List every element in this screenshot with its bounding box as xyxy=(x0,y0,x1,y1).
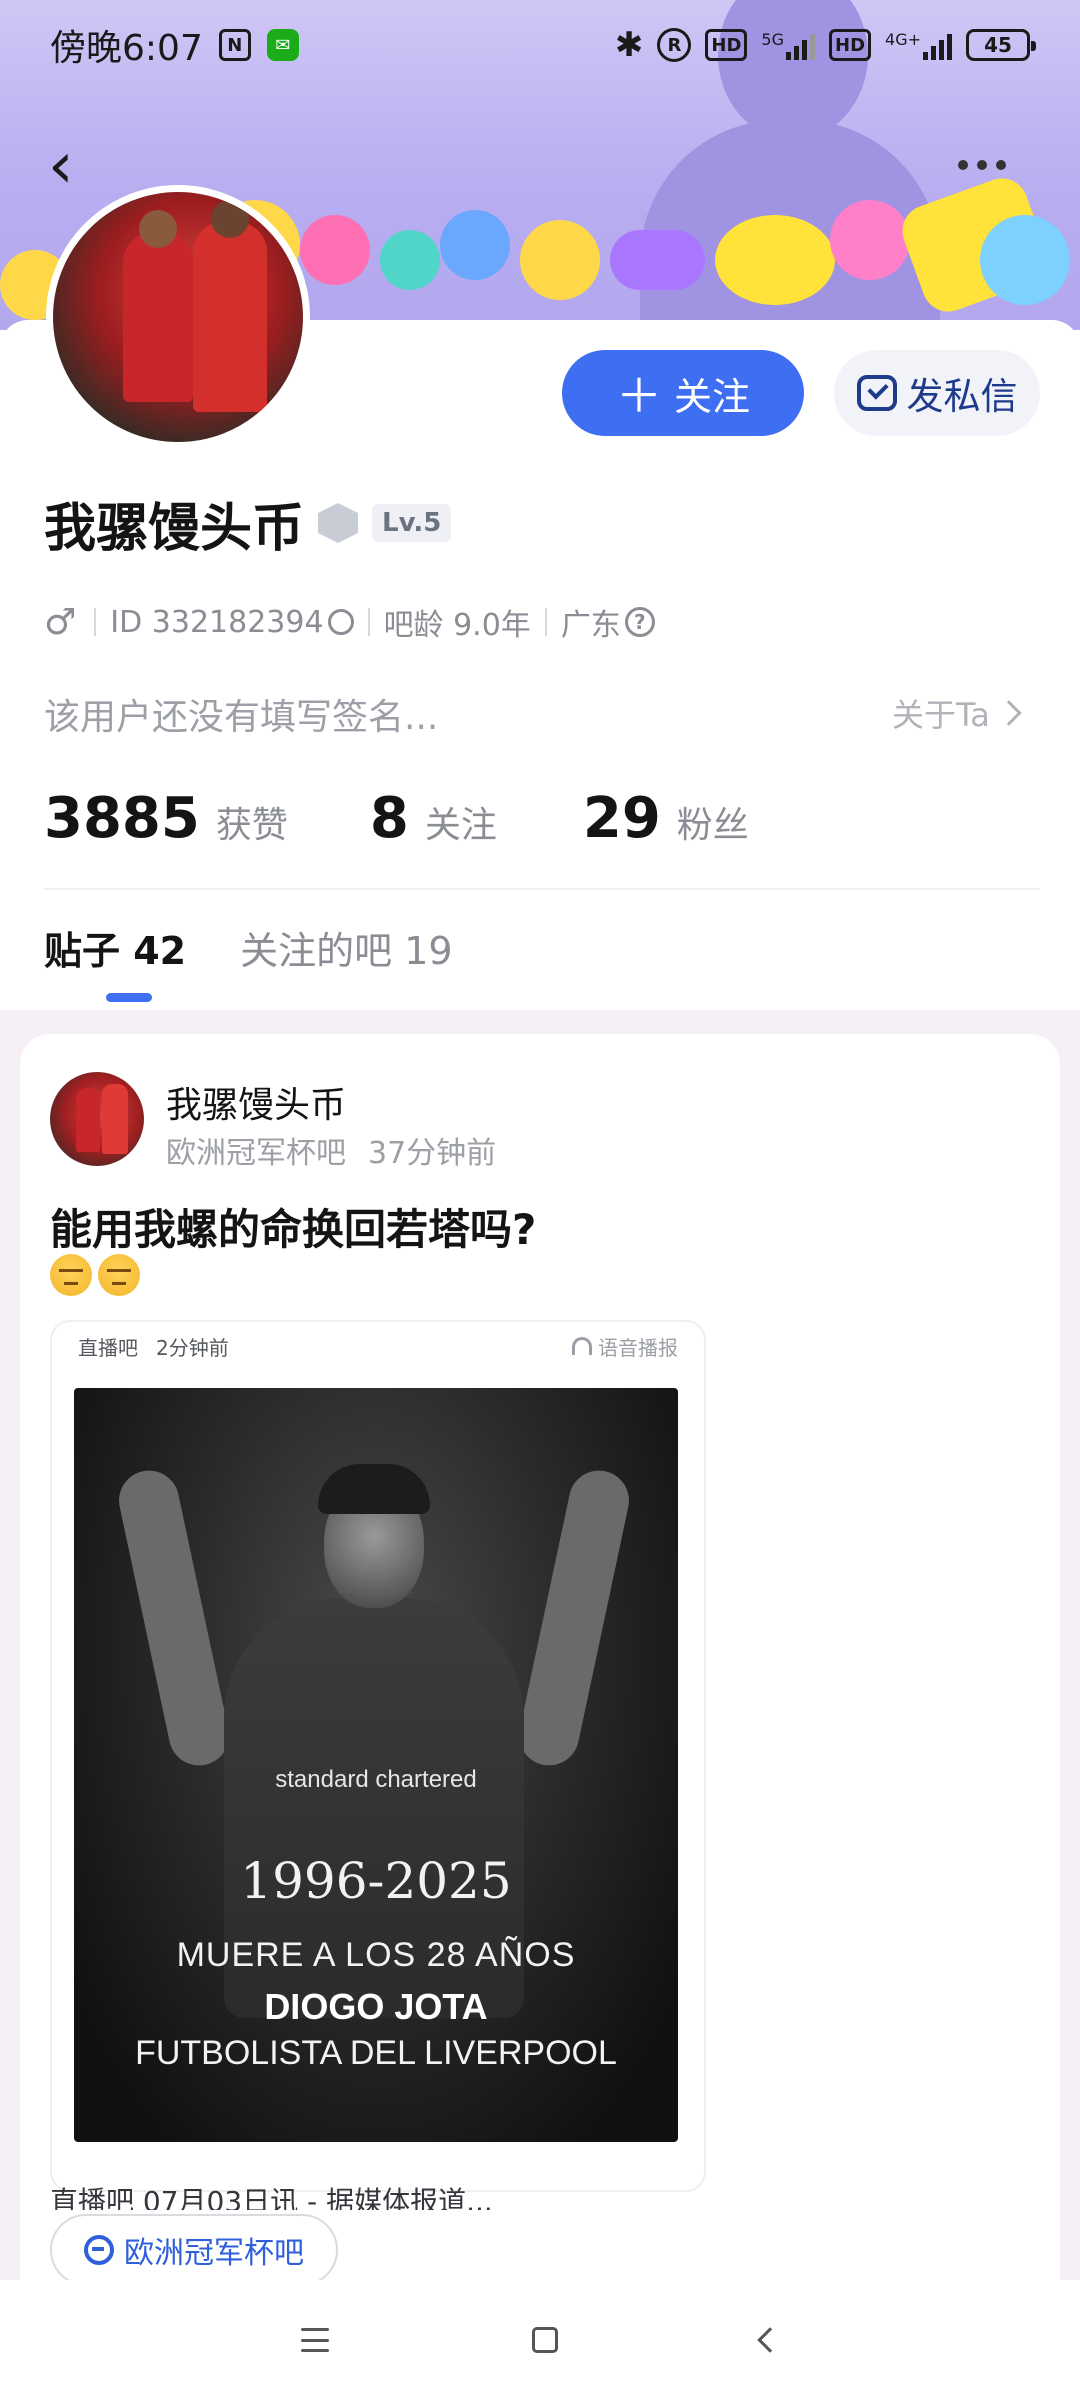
menu-icon[interactable] xyxy=(301,2328,330,2352)
level-badge: Lv.5 xyxy=(372,504,452,542)
registered-icon: R xyxy=(657,28,692,62)
poster-sponsor: standard chartered xyxy=(275,1766,477,1793)
status-bar: 傍晚6:07 N ✉ ✱ R HD 5G HD 4G+ 45 xyxy=(0,0,1080,90)
avatar[interactable] xyxy=(46,185,310,449)
signal-4g-icon: 4G+ xyxy=(885,30,952,60)
forum-tag-label: 欧洲冠军杯吧 xyxy=(124,2236,304,2271)
follow-button-label: 关注 xyxy=(673,374,750,419)
system-navigation-bar xyxy=(0,2280,1080,2400)
divider xyxy=(367,608,370,636)
poster-figure xyxy=(113,1465,235,1771)
banner-decoration xyxy=(440,210,510,280)
stat-label: 关注 xyxy=(424,805,497,846)
divider xyxy=(94,608,97,636)
help-icon[interactable]: ? xyxy=(624,607,655,637)
shared-content-footer: 直播吧 07月03日讯 - 据媒体报道... xyxy=(50,2185,493,2210)
shared-content-header: 直播吧 2分钟前 语音播报 xyxy=(78,1328,678,1364)
banner-decoration xyxy=(715,215,835,305)
stats-row: 3885 获赞 8 关注 29 粉丝 xyxy=(44,786,749,856)
about-link[interactable]: 关于Ta xyxy=(892,690,1022,736)
chevron-right-icon xyxy=(996,700,1022,726)
bluetooth-icon: ✱ xyxy=(614,25,644,65)
about-link-label: 关于Ta xyxy=(892,696,990,734)
wechat-icon: ✉ xyxy=(266,29,299,61)
username: 我骡馒头币 xyxy=(44,498,305,559)
hd-icon: HD xyxy=(705,29,748,61)
forum-age: 吧龄 9.0年 xyxy=(383,608,531,643)
tab-indicator xyxy=(106,993,152,1002)
banner-decoration xyxy=(830,200,910,280)
banner-decoration xyxy=(520,220,600,300)
stat-label: 粉丝 xyxy=(676,805,749,846)
network-label: 5G xyxy=(761,30,784,49)
tab-posts[interactable]: 贴子 42 xyxy=(44,920,186,1000)
poster-figure xyxy=(318,1464,430,1514)
network-label: 4G+ xyxy=(885,30,921,49)
home-icon[interactable] xyxy=(531,2327,558,2353)
stat-following[interactable]: 8 关注 xyxy=(370,786,497,851)
profile-meta: ♂ ID 332182394 吧龄 9.0年 广东 ? xyxy=(44,600,655,644)
stat-number: 3885 xyxy=(44,786,200,851)
stat-label: 获赞 xyxy=(215,805,288,846)
post-forum[interactable]: 欧洲冠军杯吧 xyxy=(166,1128,346,1172)
shared-source: 直播吧 xyxy=(78,1335,138,1360)
poster-line1: MUERE A LOS 28 AÑOS xyxy=(176,1936,576,1974)
shared-time: 2分钟前 xyxy=(156,1335,229,1360)
stat-number: 8 xyxy=(369,786,409,851)
follow-button[interactable]: ＋ 关注 xyxy=(562,350,804,436)
status-time: 傍晚6:07 xyxy=(50,28,203,69)
post-time: 37分钟前 xyxy=(368,1136,497,1171)
plus-icon: ＋ xyxy=(615,369,662,423)
audio-broadcast[interactable]: 语音播报 xyxy=(572,1332,678,1361)
back-button[interactable]: ‹ xyxy=(48,134,88,198)
post-image[interactable]: standard chartered 1996-2025 MUERE A LOS… xyxy=(74,1388,678,2142)
unamused-emoji-icon xyxy=(98,1254,140,1296)
back-icon[interactable] xyxy=(756,2327,783,2353)
divider xyxy=(544,608,547,636)
banner-decoration xyxy=(610,230,705,290)
unamused-emoji-icon xyxy=(50,1254,92,1296)
location: 广东 xyxy=(560,608,621,643)
more-options-button[interactable] xyxy=(958,150,1018,180)
message-icon xyxy=(856,375,897,411)
copy-icon[interactable] xyxy=(327,609,354,635)
poster-figure xyxy=(513,1465,635,1771)
tab-followed-forums[interactable]: 关注的吧 19 xyxy=(240,920,452,1000)
signal-5g-icon: 5G xyxy=(761,30,815,60)
battery-icon: 45 xyxy=(966,29,1036,61)
rank-icon xyxy=(318,503,359,543)
banner-decoration xyxy=(380,230,440,290)
banner-decoration xyxy=(980,215,1070,305)
nfc-icon: N xyxy=(218,29,251,61)
poster-line2: DIOGO JOTA xyxy=(264,1986,488,2027)
message-button-label: 发私信 xyxy=(906,375,1018,418)
divider xyxy=(44,888,1040,890)
post-author-avatar[interactable] xyxy=(50,1072,144,1166)
username-row: 我骡馒头币 Lv.5 xyxy=(44,488,452,559)
post-title[interactable]: 能用我螺的命换回若塔吗? xyxy=(50,1196,536,1257)
audio-broadcast-label: 语音播报 xyxy=(598,1335,678,1360)
user-id[interactable]: ID 332182394 xyxy=(110,605,323,640)
stat-number: 29 xyxy=(582,786,661,851)
post-emojis xyxy=(50,1254,140,1296)
stat-likes[interactable]: 3885 获赞 xyxy=(44,786,288,851)
tab-bar: 贴子 42 关注的吧 19 xyxy=(44,920,453,1000)
banner-decoration xyxy=(300,215,370,285)
poster-line3: FUTBOLISTA DEL LIVERPOOL xyxy=(135,2034,617,2072)
signature: 该用户还没有填写签名... xyxy=(44,697,439,738)
gender-icon: ♂ xyxy=(44,601,77,643)
headphone-icon xyxy=(572,1337,592,1355)
poster-years: 1996-2025 xyxy=(240,1852,512,1910)
hd-icon: HD xyxy=(829,29,872,61)
forum-icon xyxy=(84,2235,114,2265)
post-meta: 欧洲冠军杯吧 37分钟前 xyxy=(166,1128,496,1172)
stat-fans[interactable]: 29 粉丝 xyxy=(583,786,749,851)
post-author-name[interactable]: 我骡馒头币 xyxy=(166,1076,346,1128)
message-button[interactable]: 发私信 xyxy=(834,350,1040,436)
forum-tag[interactable]: 欧洲冠军杯吧 xyxy=(50,2214,338,2286)
